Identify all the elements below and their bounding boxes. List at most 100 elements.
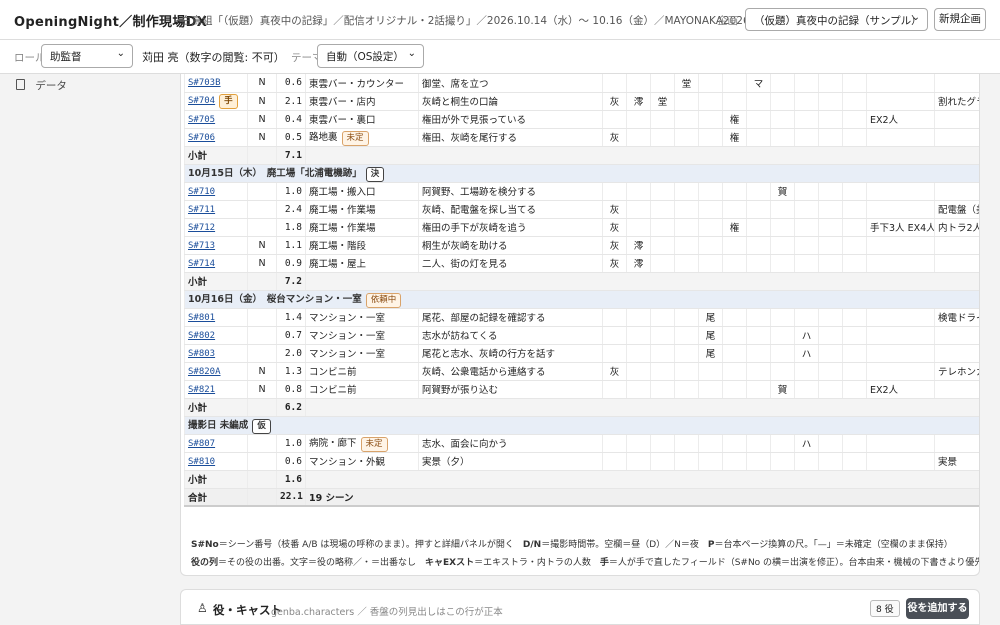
character-icon: ♙ <box>197 601 208 615</box>
role-cell <box>818 182 843 201</box>
blank-cell <box>247 272 277 291</box>
user-info: 苅田 亮（数字の閲覧: 不可） <box>142 51 285 64</box>
scene-id-cell: S#705 <box>184 110 248 129</box>
role-cell <box>650 236 675 255</box>
sidebar-item-data[interactable]: データ <box>16 78 67 93</box>
role-cell <box>794 452 819 471</box>
role-select[interactable]: 助監督 ⌄ <box>41 44 133 68</box>
scene-link[interactable]: S#820A <box>188 367 221 377</box>
content-cell: 桐生が灰崎を助ける <box>418 236 603 255</box>
scene-link[interactable]: S#706 <box>188 133 215 143</box>
scene-link[interactable]: S#807 <box>188 439 215 449</box>
cast-count-badge: 8 役 <box>870 600 900 617</box>
scene-link[interactable]: S#821 <box>188 385 215 395</box>
scene-link[interactable]: S#710 <box>188 187 215 197</box>
role-cell <box>698 452 723 471</box>
role-cell <box>794 182 819 201</box>
theme-select-value: 自動（OS設定） <box>326 51 404 63</box>
legend-term: D/N <box>522 540 542 550</box>
day-status-badge[interactable]: 決 <box>365 166 385 181</box>
table-row: 10月15日（木） 廃工場「北浦電機跡」決 <box>184 164 979 183</box>
scene-id-cell: S#807 <box>184 434 248 453</box>
scene-link[interactable]: S#711 <box>188 205 215 215</box>
day-status-badge[interactable]: 依頼中 <box>365 292 402 307</box>
scene-link[interactable]: S#712 <box>188 223 215 233</box>
role-cell <box>626 74 651 93</box>
scene-link[interactable]: S#802 <box>188 331 215 341</box>
pages-cell: 2.4 <box>276 200 306 219</box>
daynight-cell: N <box>247 362 277 381</box>
table-row: S#714 N 0.9 廃工場・屋上 二人、街の灯を見る灰澪 <box>184 254 979 273</box>
note-cell: 配電盤（美術） <box>934 200 979 219</box>
pages-cell: 0.9 <box>276 254 306 273</box>
role-cell <box>698 128 723 147</box>
app-brand[interactable]: OpeningNight／制作現場DX <box>14 11 207 30</box>
role-cell <box>842 236 867 255</box>
role-cell <box>698 182 723 201</box>
role-cell <box>842 326 867 345</box>
role-cell <box>602 182 627 201</box>
note-cell <box>934 380 979 399</box>
role-cell <box>818 380 843 399</box>
role-cell <box>722 236 747 255</box>
location-cell: 廃工場・屋上 <box>305 254 419 273</box>
legend: S#No＝シーン番号（枝番 A/B は現場の呼称のまま）。押すと詳細パネルが開く… <box>191 536 979 572</box>
note-cell <box>934 236 979 255</box>
role-cell <box>842 308 867 327</box>
scene-link[interactable]: S#704 <box>188 96 215 106</box>
table-row: S#705 N 0.4 東雲バー・裏口 権田が外で見張っている 権 EX2人 <box>184 110 979 129</box>
day-status-badge[interactable]: 仮 <box>252 418 271 433</box>
extras-cell <box>866 434 935 453</box>
role-cell <box>626 128 651 147</box>
scene-link[interactable]: S#714 <box>188 259 215 269</box>
legend-term: 手 <box>599 558 609 568</box>
extras-cell <box>866 308 935 327</box>
role-cell <box>842 200 867 219</box>
role-cell <box>650 74 675 93</box>
role-cell: 灰 <box>602 362 627 381</box>
role-cell <box>674 182 699 201</box>
chevron-down-icon: ⌄ <box>116 48 125 59</box>
new-project-button[interactable]: 新規企画 <box>934 8 986 31</box>
scene-link[interactable]: S#713 <box>188 241 215 251</box>
role-cell <box>818 434 843 453</box>
role-cell <box>674 362 699 381</box>
role-cell <box>746 254 771 273</box>
location-cell: 廃工場・階段 <box>305 236 419 255</box>
scene-link[interactable]: S#703B <box>188 78 221 88</box>
role-cell <box>698 200 723 219</box>
add-role-button[interactable]: 役を追加する <box>906 598 969 619</box>
role-cell <box>674 452 699 471</box>
project-select[interactable]: （仮題）真夜中の記録（サンプル） ⌄ <box>745 8 928 31</box>
location-cell: マンション・一室 <box>305 326 419 345</box>
blank-cell <box>247 146 277 165</box>
role-cell <box>746 452 771 471</box>
chevron-down-icon: ⌄ <box>911 12 920 23</box>
pages-cell: 1.0 <box>276 434 306 453</box>
role-cell <box>746 434 771 453</box>
scene-link[interactable]: S#705 <box>188 115 215 125</box>
role-cell <box>722 380 747 399</box>
scene-link[interactable]: S#810 <box>188 457 215 467</box>
scene-link[interactable]: S#801 <box>188 313 215 323</box>
extras-cell <box>866 344 935 363</box>
role-cell <box>626 362 651 381</box>
hand-edited-badge: 手 <box>219 93 238 109</box>
role-cell: 灰 <box>602 236 627 255</box>
role-cell: 権 <box>722 218 747 237</box>
subtotal-label: 合計 <box>184 488 248 507</box>
theme-select[interactable]: 自動（OS設定） ⌄ <box>317 44 424 68</box>
scene-link[interactable]: S#803 <box>188 349 215 359</box>
role-cell <box>602 380 627 399</box>
extras-cell <box>866 254 935 273</box>
role-cell <box>650 200 675 219</box>
role-cell <box>626 182 651 201</box>
note-cell <box>934 74 979 93</box>
role-cell: 尾 <box>698 326 723 345</box>
location-cell: 廃工場・作業場 <box>305 218 419 237</box>
daynight-cell <box>247 344 277 363</box>
pages-cell: 1.1 <box>276 236 306 255</box>
subtotal-label: 小計 <box>184 146 248 165</box>
role-cell <box>698 362 723 381</box>
note-cell: 割れたグラス（消えもの） <box>934 92 979 111</box>
